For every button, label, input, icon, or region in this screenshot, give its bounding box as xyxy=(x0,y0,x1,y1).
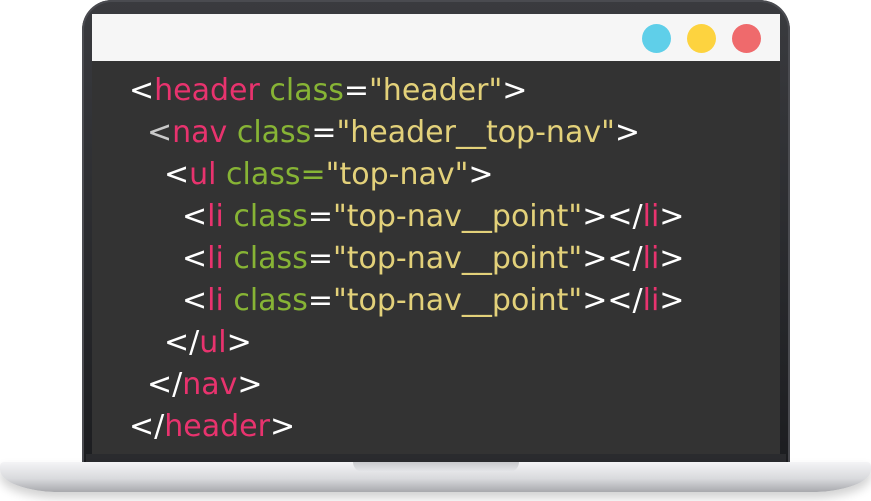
code-token-attribute: class xyxy=(223,241,308,276)
code-token-bracket: = xyxy=(307,241,333,276)
code-token-string: "top-nav__point" xyxy=(332,241,583,276)
code-token-string: "header__top-nav" xyxy=(336,115,615,150)
blue-circle-icon[interactable] xyxy=(642,24,671,53)
code-token-attribute: = xyxy=(300,157,326,192)
code-token-bracket: </ xyxy=(164,325,200,360)
code-token-bracket: = xyxy=(343,73,369,108)
code-token-string: "top-nav__point" xyxy=(332,199,583,234)
code-token-bracket: > xyxy=(237,367,263,402)
code-token-bracket: < xyxy=(129,73,155,108)
code-line: </ul> xyxy=(164,325,252,361)
laptop-hinge-notch xyxy=(353,462,519,472)
red-circle-icon[interactable] xyxy=(732,24,761,53)
code-token-bracket: = xyxy=(307,199,333,234)
code-token-bracket: ></ xyxy=(582,199,643,234)
code-token-bracket: </ xyxy=(147,367,183,402)
code-token-bracket: < xyxy=(182,283,208,318)
code-line: <li class="top-nav__point"></li> xyxy=(182,283,684,319)
code-token-bracket: > xyxy=(614,115,641,150)
code-token-bracket: = xyxy=(307,283,333,318)
code-token-attribute: class xyxy=(223,199,308,234)
code-token-tag: li xyxy=(642,241,660,276)
code-token-bracket: > xyxy=(659,283,685,318)
code-token-tag: li xyxy=(207,199,224,234)
code-editor-window: <header class="header"> <nav class="heade… xyxy=(92,14,780,454)
code-token-string: "top-nav" xyxy=(325,157,469,192)
code-token-string: "top-nav__point" xyxy=(332,283,583,318)
code-token-attribute: class xyxy=(216,157,301,192)
code-token-bracket: > xyxy=(502,73,528,108)
code-token-bracket: > xyxy=(269,409,296,444)
code-token-bracket: > xyxy=(659,199,685,234)
code-token-tag: nav xyxy=(182,367,238,402)
code-line: <header class="header"> xyxy=(129,73,527,109)
code-token-bracket: < xyxy=(182,241,208,276)
code-token-tag: li xyxy=(642,199,660,234)
code-area: <header class="header"> <nav class="heade… xyxy=(92,61,780,454)
code-line: <li class="top-nav__point"></li> xyxy=(182,199,684,235)
code-token-bracket: < xyxy=(182,199,208,234)
code-token-tag: header xyxy=(164,409,270,444)
code-token-bracket: ></ xyxy=(582,241,643,276)
code-line: <li class="top-nav__point"></li> xyxy=(182,241,684,277)
laptop-illustration: <header class="header"> <nav class="heade… xyxy=(0,0,871,501)
code-token-tag: li xyxy=(642,283,660,318)
code-token-tag: li xyxy=(207,283,224,318)
code-token-bracket: > xyxy=(659,241,685,276)
code-token-attribute: class xyxy=(223,283,308,318)
code-token-tag: ul xyxy=(199,325,227,360)
code-line: </nav> xyxy=(147,367,263,403)
code-token-bracket: = xyxy=(311,115,337,150)
yellow-circle-icon[interactable] xyxy=(687,24,716,53)
code-token-bracket: ></ xyxy=(582,283,643,318)
code-token-tag: ul xyxy=(189,157,217,192)
code-token-bracket-dim: < xyxy=(147,115,173,150)
code-line: <nav class="header__top-nav"> xyxy=(147,115,640,151)
code-token-tag: header xyxy=(154,73,260,108)
code-token-tag: nav xyxy=(172,115,228,150)
window-titlebar xyxy=(92,14,780,61)
code-line: </header> xyxy=(129,409,295,445)
code-token-bracket: > xyxy=(226,325,252,360)
code-line: <ul class="top-nav"> xyxy=(164,157,494,193)
code-token-bracket: < xyxy=(164,157,190,192)
code-token-bracket: </ xyxy=(129,409,165,444)
laptop-screen-bottom xyxy=(86,454,786,462)
code-token-bracket: > xyxy=(468,157,494,192)
code-token-attribute: class xyxy=(227,115,312,150)
code-token-tag: li xyxy=(207,241,224,276)
code-token-attribute: class xyxy=(259,73,344,108)
code-token-string: "header" xyxy=(369,73,503,108)
